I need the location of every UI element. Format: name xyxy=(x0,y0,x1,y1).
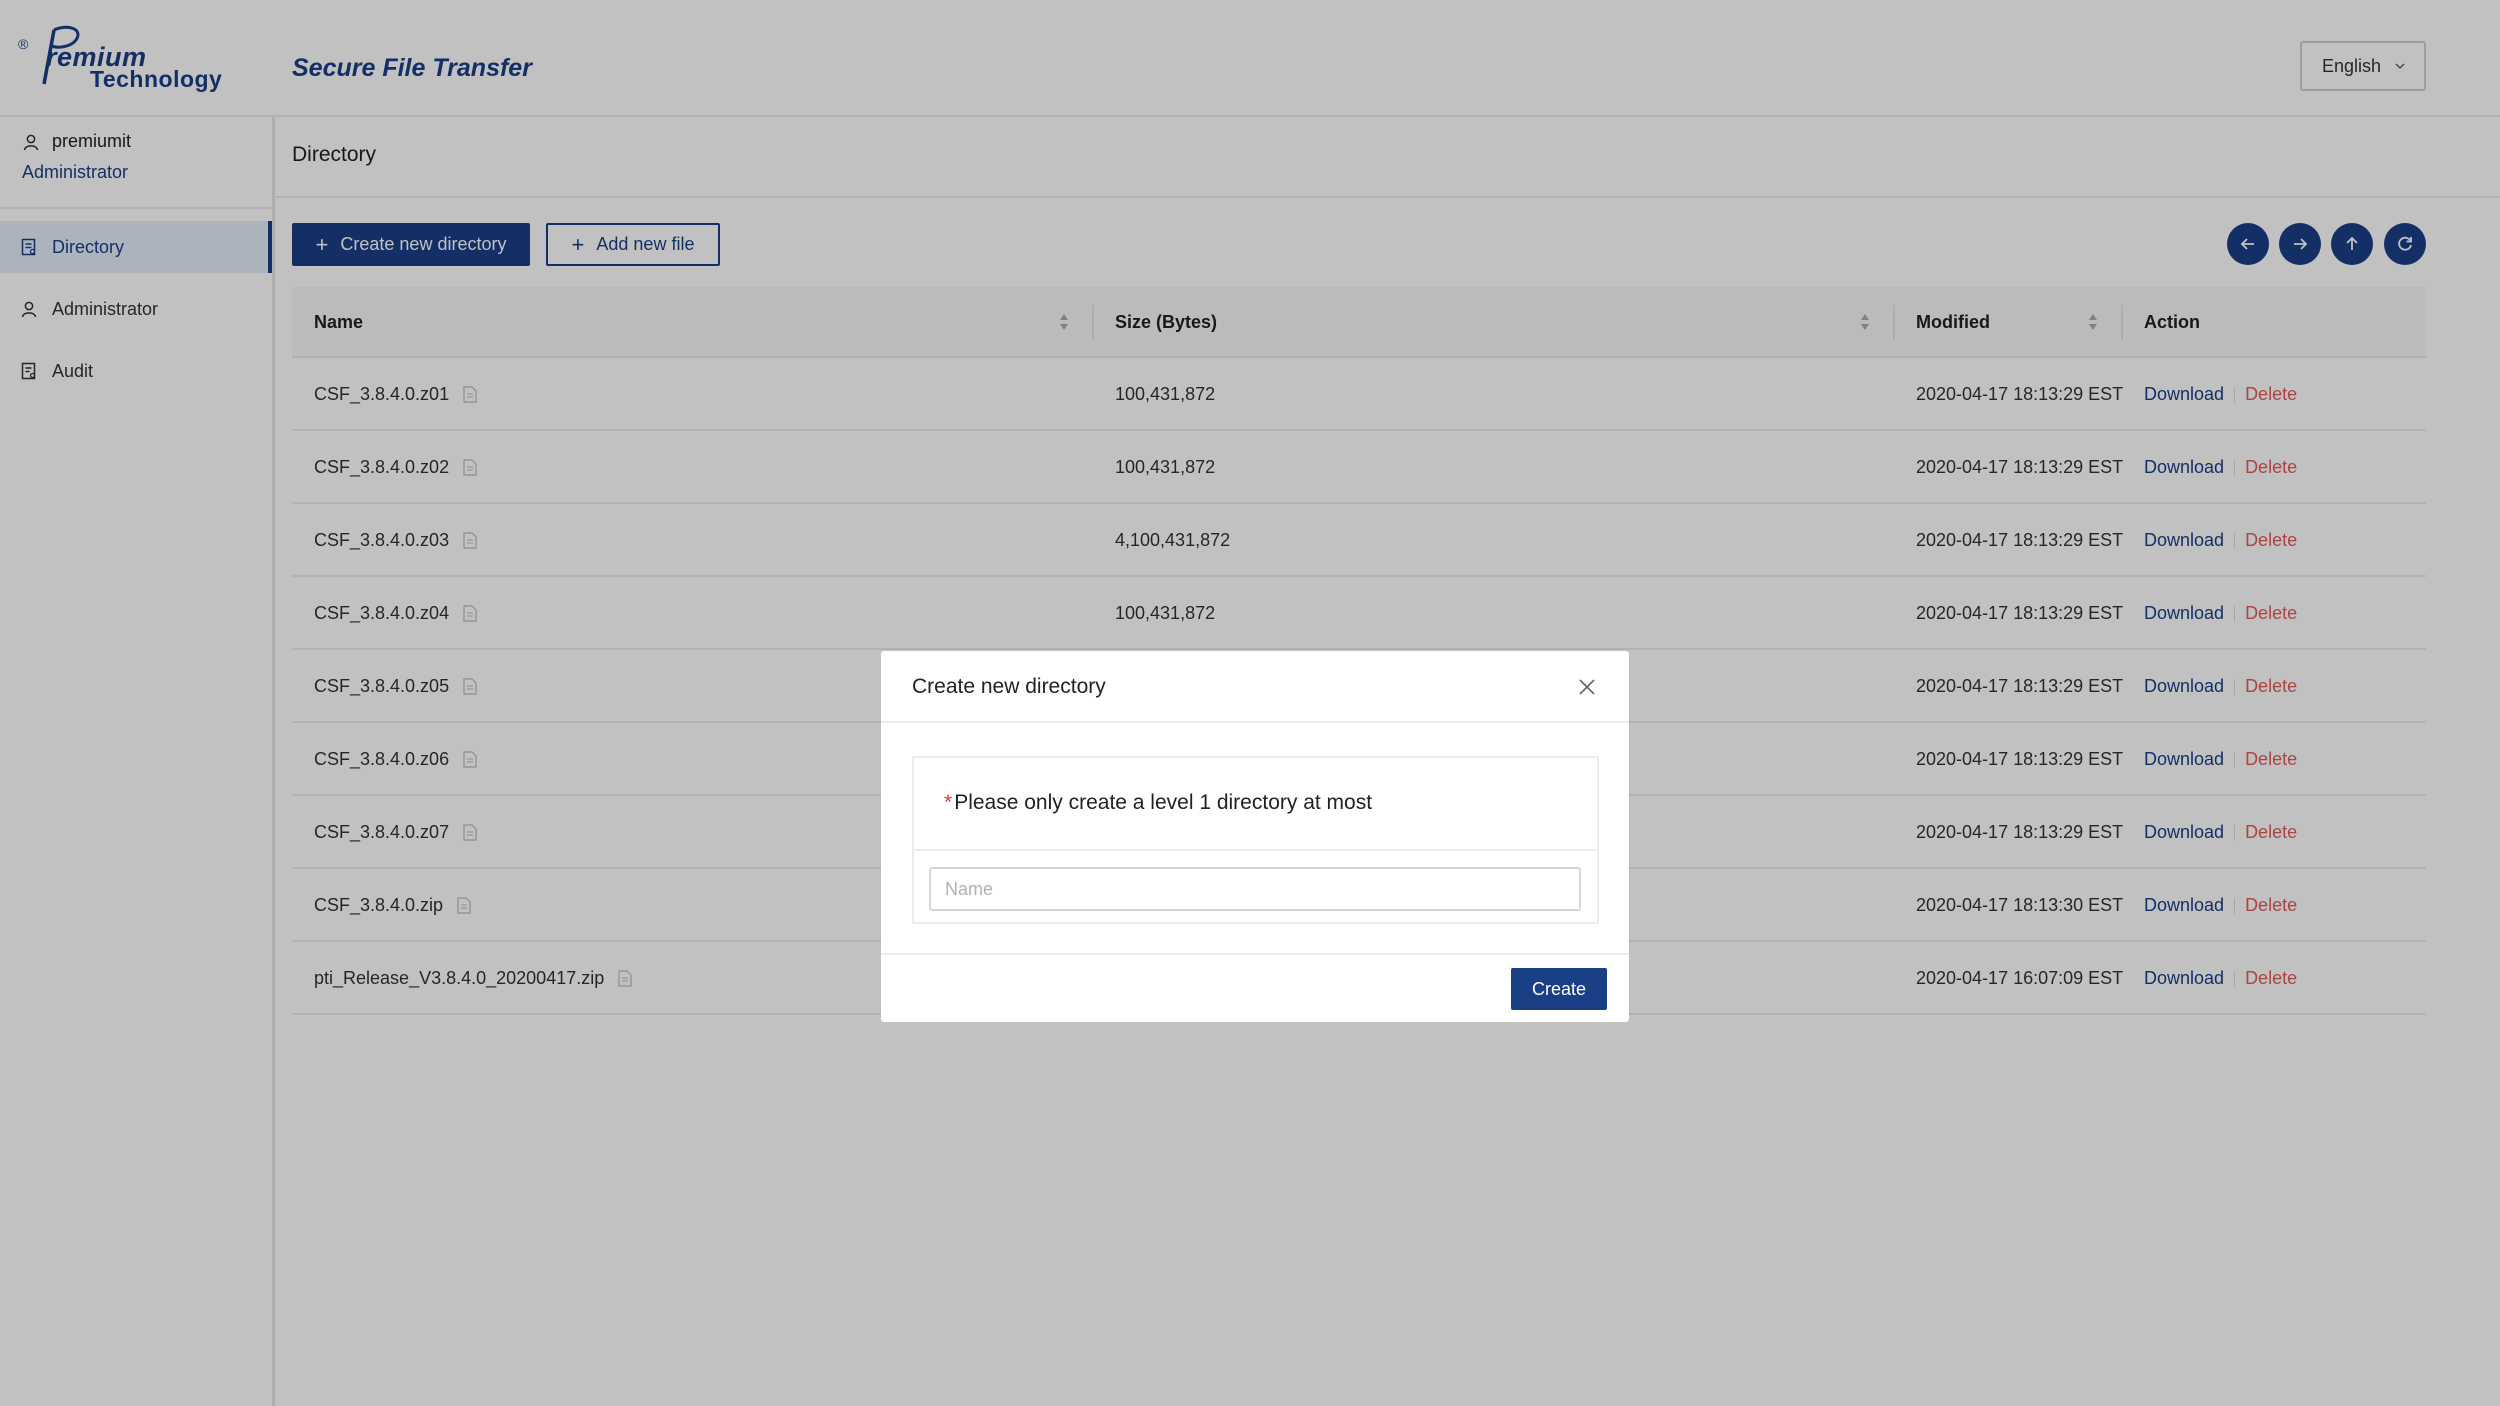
dialog-footer-divider xyxy=(881,953,1629,955)
note-text: Please only create a level 1 directory a… xyxy=(954,791,1373,814)
create-directory-dialog: Create new directory *Please only create… xyxy=(881,651,1629,1022)
directory-name-input[interactable] xyxy=(929,867,1581,911)
required-mark: * xyxy=(944,791,953,814)
dialog-form-card: *Please only create a level 1 directory … xyxy=(912,756,1599,924)
dialog-note-section: *Please only create a level 1 directory … xyxy=(914,758,1597,851)
close-icon[interactable] xyxy=(1577,677,1597,697)
dialog-header: Create new directory xyxy=(881,651,1629,723)
directory-level-note: *Please only create a level 1 directory … xyxy=(944,791,1372,815)
dialog-title: Create new directory xyxy=(912,675,1106,698)
create-button[interactable]: Create xyxy=(1511,968,1607,1010)
